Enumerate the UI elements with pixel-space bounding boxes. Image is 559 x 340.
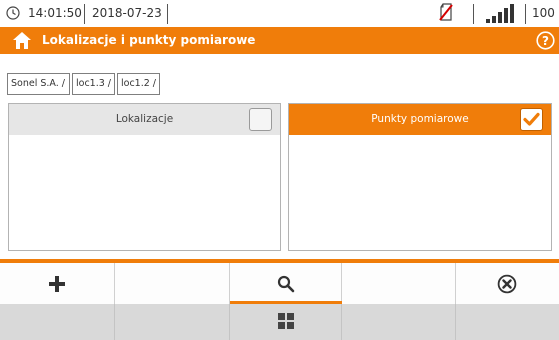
battery-percent: 100 % bbox=[532, 6, 559, 20]
toolbar-lower-empty[interactable] bbox=[115, 304, 230, 340]
toolbar-lower-empty[interactable] bbox=[456, 304, 559, 340]
clock-icon bbox=[6, 6, 20, 20]
title-bar: Lokalizacje i punkty pomiarowe ? bbox=[0, 27, 559, 54]
status-bar: 14:01:50 2018-07-23 100 % bbox=[0, 0, 559, 27]
locations-checkbox[interactable] bbox=[249, 108, 272, 131]
locations-panel[interactable]: Lokalizacje bbox=[8, 103, 281, 251]
locations-title: Lokalizacje bbox=[115, 113, 174, 125]
locations-header[interactable]: Lokalizacje bbox=[9, 104, 280, 135]
cancel-icon bbox=[497, 274, 517, 294]
breadcrumb-item-loc1-3[interactable]: loc1.3 / bbox=[72, 73, 115, 95]
breadcrumb-item-sonel[interactable]: Sonel S.A. / bbox=[7, 73, 70, 95]
search-button[interactable] bbox=[230, 263, 342, 304]
breadcrumb-item-loc1-2[interactable]: loc1.2 / bbox=[117, 73, 160, 95]
toolbar-empty-button[interactable] bbox=[342, 263, 456, 304]
svg-text:?: ? bbox=[542, 34, 549, 48]
measurement-points-panel[interactable]: Punkty pomiarowe bbox=[288, 103, 552, 251]
add-icon bbox=[49, 276, 65, 292]
checkmark-icon bbox=[523, 112, 540, 126]
grid-menu-button[interactable] bbox=[230, 304, 342, 340]
help-icon[interactable]: ? bbox=[536, 31, 555, 50]
toolbar-lower-empty[interactable] bbox=[342, 304, 456, 340]
bottom-toolbar bbox=[0, 259, 559, 340]
status-separator bbox=[473, 4, 474, 24]
measurement-points-title: Punkty pomiarowe bbox=[371, 113, 469, 125]
status-date: 2018-07-23 bbox=[92, 6, 162, 20]
measurement-points-checkbox[interactable] bbox=[520, 108, 543, 131]
toolbar-empty-button[interactable] bbox=[115, 263, 230, 304]
signal-icon bbox=[486, 4, 514, 23]
cancel-button[interactable] bbox=[456, 263, 559, 304]
status-separator bbox=[167, 4, 168, 24]
status-separator bbox=[525, 4, 526, 24]
add-button[interactable] bbox=[0, 263, 115, 304]
page-title: Lokalizacje i punkty pomiarowe bbox=[42, 33, 256, 47]
grid-menu-icon bbox=[278, 313, 294, 329]
toolbar-lower-empty[interactable] bbox=[0, 304, 115, 340]
home-icon[interactable] bbox=[12, 31, 32, 50]
measurement-points-header[interactable]: Punkty pomiarowe bbox=[289, 104, 551, 135]
status-separator bbox=[84, 4, 85, 24]
search-icon bbox=[277, 275, 295, 293]
status-time: 14:01:50 bbox=[28, 6, 82, 20]
sd-card-missing-icon bbox=[439, 3, 453, 21]
